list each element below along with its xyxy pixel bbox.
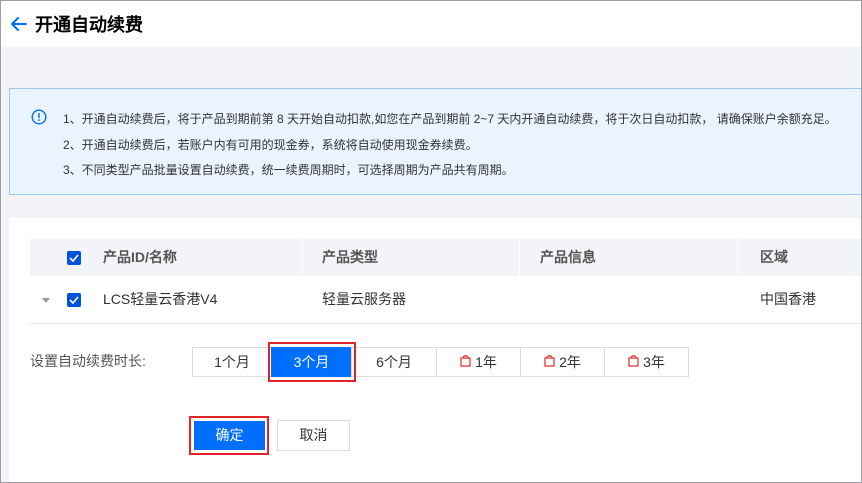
product-name: LCS轻量云香港V4	[103, 291, 218, 307]
info-icon	[31, 109, 47, 130]
gift-icon	[544, 347, 555, 377]
gift-icon	[628, 347, 639, 377]
page-header: 开通自动续费	[1, 1, 861, 47]
confirm-button[interactable]: 确定	[194, 421, 265, 450]
row-checkbox[interactable]	[67, 293, 81, 307]
period-label: 设置自动续费时长:	[30, 353, 146, 369]
period-option-3-years[interactable]: 3年	[604, 347, 689, 377]
notice-line-2: 2、开通自动续费后，若账户内有可用的现金券，系统将自动使用现金券续费。	[63, 138, 478, 152]
check-icon	[69, 254, 79, 262]
cancel-button[interactable]: 取消	[277, 420, 350, 451]
period-option-label: 6个月	[376, 354, 412, 370]
period-option-3-months[interactable]: 3个月	[271, 347, 352, 377]
period-option-2-years[interactable]: 2年	[520, 347, 605, 377]
column-header-region: 区域	[760, 249, 788, 265]
table-row: LCS轻量云香港V4 轻量云服务器 中国香港	[30, 276, 861, 324]
column-divider	[301, 239, 302, 276]
column-header-type: 产品类型	[322, 249, 378, 265]
period-option-label: 1年	[475, 354, 497, 370]
period-option-label: 1个月	[214, 354, 250, 370]
period-option-6-months[interactable]: 6个月	[351, 347, 437, 377]
dialog-frame: 开通自动续费 1、开通自动续费后，将于产品到期前第 8 天开始自动扣款,如您在产…	[0, 0, 862, 483]
product-type: 轻量云服务器	[322, 291, 406, 307]
expand-row-caret-icon[interactable]	[42, 298, 50, 303]
column-divider	[519, 239, 520, 276]
notice-box: 1、开通自动续费后，将于产品到期前第 8 天开始自动扣款,如您在产品到期前 2~…	[9, 88, 861, 195]
notice-line-1: 1、开通自动续费后，将于产品到期前第 8 天开始自动扣款,如您在产品到期前 2~…	[63, 112, 837, 126]
period-option-label: 3个月	[293, 354, 330, 370]
gift-icon	[460, 347, 471, 377]
notice-line-3: 3、不同类型产品批量设置自动续费，统一续费周期时，可选择周期为产品共有周期。	[63, 163, 514, 177]
select-all-checkbox[interactable]	[67, 251, 81, 265]
period-option-label: 3年	[643, 354, 665, 370]
period-selector: 1个月 3个月 6个月 1年 2年 3年	[192, 347, 689, 377]
column-divider	[738, 239, 739, 276]
table-header: 产品ID/名称 产品类型 产品信息 区域	[30, 239, 861, 276]
check-icon	[69, 296, 79, 304]
back-arrow-icon[interactable]	[10, 15, 28, 33]
period-option-1-month[interactable]: 1个月	[192, 347, 272, 377]
renewal-card: 产品ID/名称 产品类型 产品信息 区域 LCS轻量云香港V4 轻量云服务器 中…	[9, 218, 861, 482]
period-option-1-year[interactable]: 1年	[436, 347, 521, 377]
period-option-label: 2年	[559, 354, 581, 370]
page-title: 开通自动续费	[35, 15, 143, 35]
column-header-product: 产品ID/名称	[103, 249, 177, 265]
column-header-info: 产品信息	[540, 249, 596, 265]
product-region: 中国香港	[760, 291, 816, 307]
